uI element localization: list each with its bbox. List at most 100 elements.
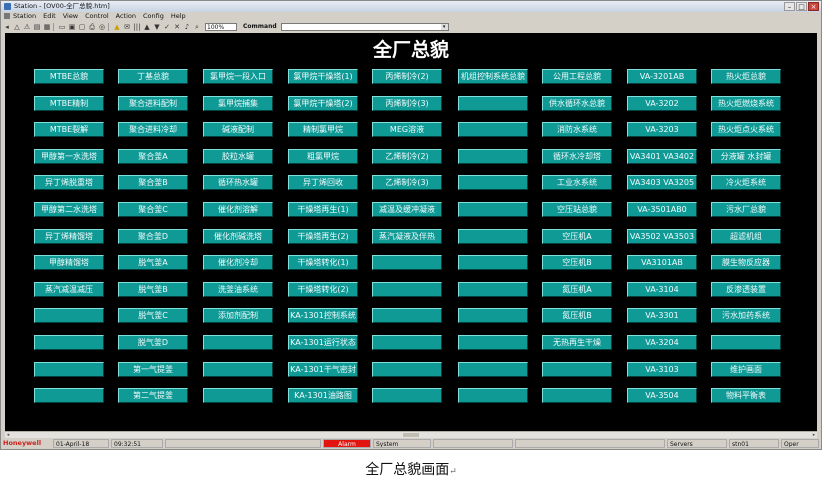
nav-button[interactable]: MTBE精制 — [34, 96, 104, 111]
nav-button-empty[interactable] — [458, 388, 528, 403]
nav-button[interactable]: 无热再生干燥 — [542, 335, 612, 350]
nav-button[interactable]: 聚合釜C — [118, 202, 188, 217]
nav-button[interactable]: 供水循环水总貌 — [542, 96, 612, 111]
nav-button-empty[interactable] — [458, 362, 528, 377]
command-input[interactable]: ▾ — [280, 22, 449, 31]
nav-button[interactable]: 蒸汽减温减压 — [34, 282, 104, 297]
nav-button[interactable]: VA-3201AB — [627, 69, 697, 84]
nav-button-empty[interactable] — [542, 388, 612, 403]
nav-button[interactable]: KA-1301油路图 — [288, 388, 358, 403]
menu-control[interactable]: Control — [85, 12, 109, 21]
nav-button[interactable]: 催化剂冷却 — [203, 255, 273, 270]
acknowledge-icon[interactable]: ✓ — [163, 23, 171, 31]
nav-button[interactable]: 洗釜油系统 — [203, 282, 273, 297]
nav-button[interactable]: VA-3504 — [627, 388, 697, 403]
nav-button[interactable]: 干燥塔转化(2) — [288, 282, 358, 297]
nav-button[interactable]: 甲醇第二水洗塔 — [34, 202, 104, 217]
nav-button[interactable]: 工业水系统 — [542, 175, 612, 190]
nav-button[interactable]: 反渗透装置 — [711, 282, 781, 297]
nav-button[interactable]: 公用工程总貌 — [542, 69, 612, 84]
nav-button-empty[interactable] — [372, 388, 442, 403]
nav-button[interactable]: 乙烯制冷(3) — [372, 175, 442, 190]
menu-help[interactable]: Help — [171, 12, 186, 21]
nav-button-empty[interactable] — [34, 308, 104, 323]
nav-button-empty[interactable] — [458, 202, 528, 217]
nav-button[interactable]: 维护画面 — [711, 362, 781, 377]
nav-button[interactable]: KA-1301控制系统 — [288, 308, 358, 323]
warning-icon[interactable]: ▲ — [113, 23, 121, 31]
nav-button[interactable]: 干燥塔再生(2) — [288, 229, 358, 244]
detail-icon[interactable]: ▢ — [78, 23, 86, 31]
nav-button[interactable]: MTBE总貌 — [34, 69, 104, 84]
nav-button[interactable]: 热火炬燃烧系统 — [711, 96, 781, 111]
menu-view[interactable]: View — [63, 12, 78, 21]
nav-button-empty[interactable] — [711, 335, 781, 350]
print-icon[interactable]: ⎙ — [88, 23, 96, 31]
nav-button[interactable]: 空压机A — [542, 229, 612, 244]
nav-button[interactable]: 异丁烯回收 — [288, 175, 358, 190]
group-icon[interactable]: ▣ — [68, 23, 76, 31]
nav-button-empty[interactable] — [458, 96, 528, 111]
nav-button-empty[interactable] — [34, 388, 104, 403]
nav-button[interactable]: 丙烯制冷(3) — [372, 96, 442, 111]
nav-button[interactable]: 聚合釜A — [118, 149, 188, 164]
nav-button[interactable]: 干燥塔转化(1) — [288, 255, 358, 270]
menu-edit[interactable]: Edit — [43, 12, 56, 21]
nav-button-empty[interactable] — [542, 362, 612, 377]
nav-button[interactable]: 胶粒水罐 — [203, 149, 273, 164]
nav-button[interactable]: 氯甲烷干燥塔(1) — [288, 69, 358, 84]
page-down-icon[interactable]: ▼ — [153, 23, 161, 31]
nav-button[interactable]: 污水厂总貌 — [711, 202, 781, 217]
minimize-icon[interactable]: – — [784, 2, 795, 11]
nav-button[interactable]: 聚合釜B — [118, 175, 188, 190]
nav-button[interactable]: 异丁烯脱重塔 — [34, 175, 104, 190]
nav-button[interactable]: 脱气釜D — [118, 335, 188, 350]
nav-button-empty[interactable] — [203, 362, 273, 377]
alarm-indicator[interactable]: Alarm — [323, 439, 371, 448]
nav-button[interactable]: 聚合釜D — [118, 229, 188, 244]
nav-button[interactable]: 膜生物反应器 — [711, 255, 781, 270]
nav-button[interactable]: 丁基总貌 — [118, 69, 188, 84]
nav-button-empty[interactable] — [372, 282, 442, 297]
nav-button[interactable]: 循环热水罐 — [203, 175, 273, 190]
report-icon[interactable]: ▤ — [33, 23, 41, 31]
chevron-down-icon[interactable]: ▾ — [440, 23, 448, 30]
nav-button-empty[interactable] — [458, 255, 528, 270]
nav-button-empty[interactable] — [34, 335, 104, 350]
nav-button[interactable]: 脱气釜B — [118, 282, 188, 297]
nav-button[interactable]: 干燥塔再生(1) — [288, 202, 358, 217]
nav-button[interactable]: VA-3501AB0 — [627, 202, 697, 217]
back-icon[interactable]: ◂ — [3, 23, 11, 31]
nav-button-empty[interactable] — [372, 255, 442, 270]
nav-button[interactable]: 第二气提釜 — [118, 388, 188, 403]
nav-button[interactable]: VA3101AB — [627, 255, 697, 270]
nav-button[interactable]: 热火炬点火系统 — [711, 122, 781, 137]
nav-button[interactable]: 甲醇精馏塔 — [34, 255, 104, 270]
horizontal-scrollbar[interactable]: ◂ ▸ — [5, 431, 817, 438]
nav-button[interactable]: 分液罐 水封罐 — [711, 149, 781, 164]
scroll-thumb[interactable] — [403, 433, 419, 437]
nav-button[interactable]: 添加剂配制 — [203, 308, 273, 323]
nav-button-empty[interactable] — [203, 335, 273, 350]
close-icon[interactable]: × — [808, 2, 819, 11]
nav-button[interactable]: 精制氯甲烷 — [288, 122, 358, 137]
nav-button[interactable]: 氯甲烷捕集 — [203, 96, 273, 111]
nav-button[interactable]: MTBE裂解 — [34, 122, 104, 137]
nav-button-empty[interactable] — [372, 362, 442, 377]
nav-button[interactable]: 催化剂碱洗塔 — [203, 229, 273, 244]
nav-button[interactable]: 消防水系统 — [542, 122, 612, 137]
system-indicator[interactable]: System — [373, 439, 431, 448]
nav-button[interactable]: 催化剂溶解 — [203, 202, 273, 217]
nav-button[interactable]: VA-3104 — [627, 282, 697, 297]
nav-button[interactable]: 热火炬总貌 — [711, 69, 781, 84]
alarm-summary-icon[interactable]: △ — [13, 23, 21, 31]
nav-button[interactable]: 蒸汽凝液及伴热 — [372, 229, 442, 244]
nav-button[interactable]: VA3502 VA3503 — [627, 229, 697, 244]
nav-button-empty[interactable] — [458, 335, 528, 350]
system-menu-icon[interactable] — [4, 13, 10, 19]
nav-button[interactable]: 机组控制系统总貌 — [458, 69, 528, 84]
display-icon[interactable]: ▭ — [58, 23, 66, 31]
nav-button[interactable]: 乙烯制冷(2) — [372, 149, 442, 164]
message-icon[interactable]: ✉ — [123, 23, 131, 31]
nav-button[interactable]: 粗氯甲烷 — [288, 149, 358, 164]
